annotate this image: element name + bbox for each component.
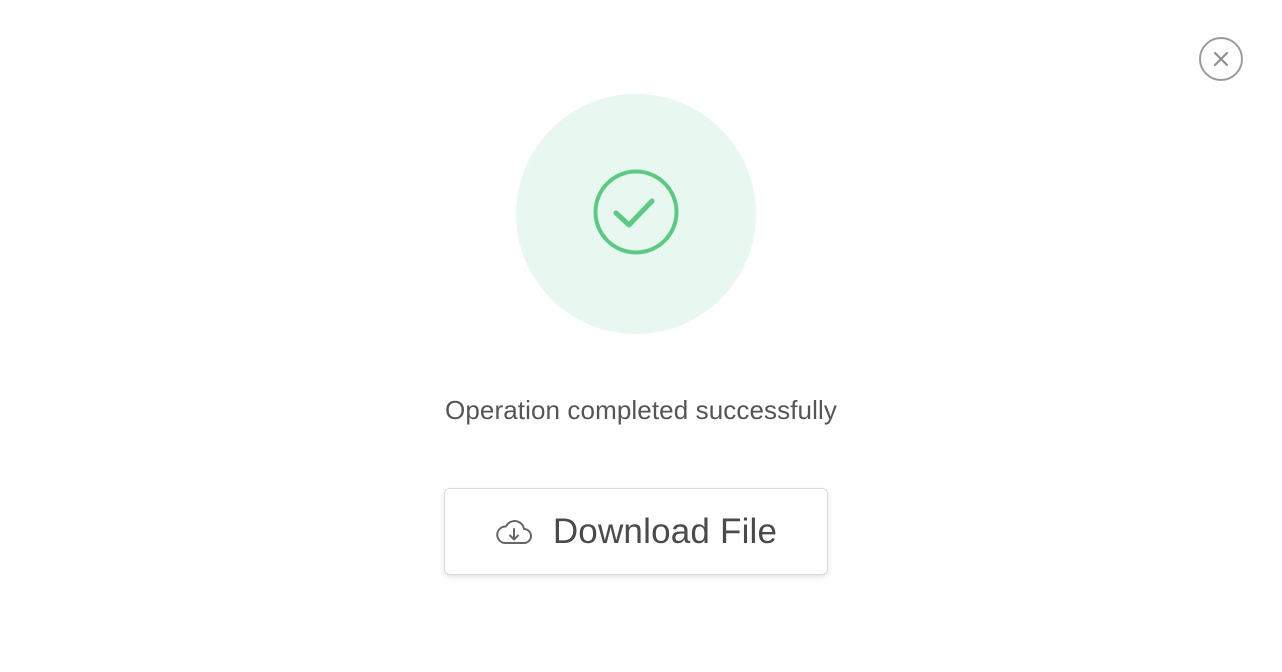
close-button[interactable] [1199,37,1243,81]
download-button-label: Download File [552,511,778,551]
cloud-download-icon [495,517,533,547]
success-icon-halo [516,94,756,334]
check-circle-icon [591,167,681,262]
success-message: Operation completed successfully [445,395,837,425]
close-icon [1212,50,1230,68]
download-file-button[interactable]: Download File [444,488,828,575]
success-dialog: Operation completed successfully Downloa… [0,0,1282,672]
